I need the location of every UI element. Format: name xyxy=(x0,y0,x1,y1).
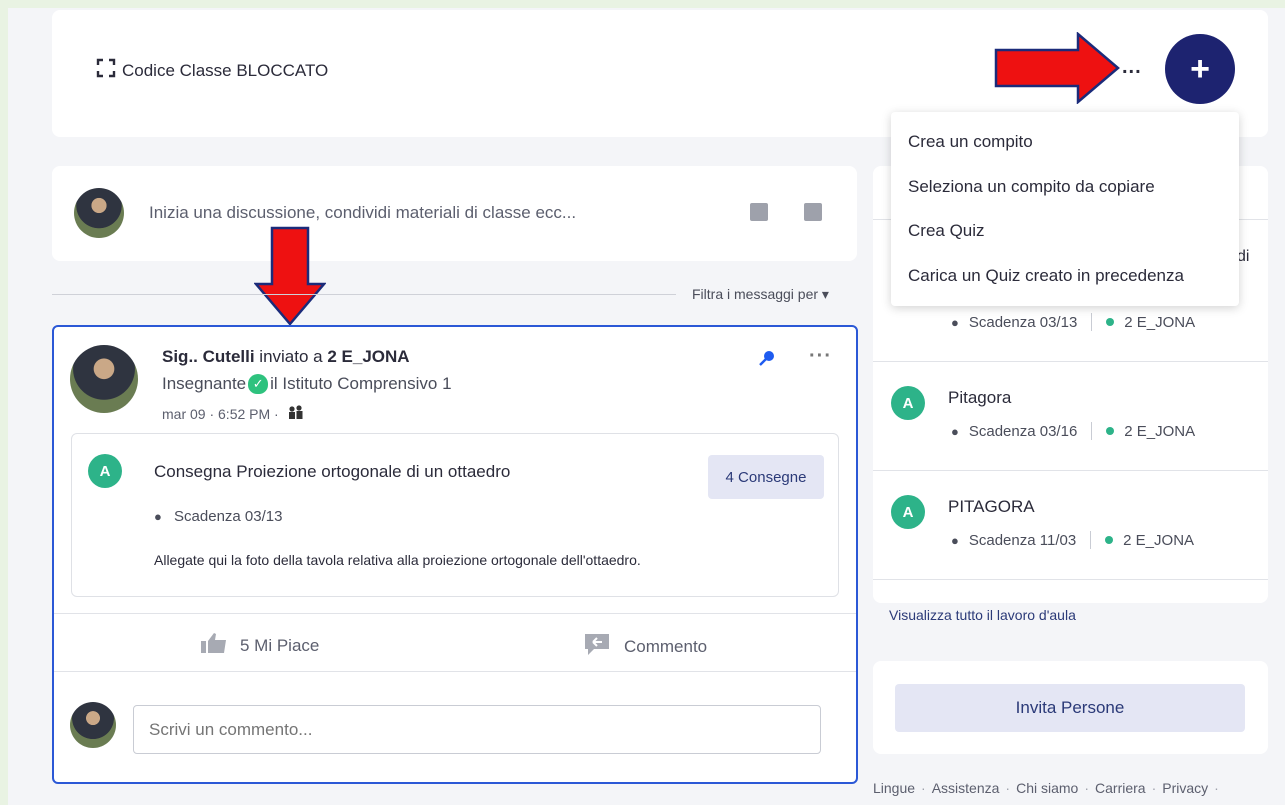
people-icon xyxy=(287,405,305,422)
more-options-button[interactable]: ... xyxy=(1122,56,1142,79)
verified-shield-icon: ✓ xyxy=(248,374,269,394)
footer-links: Lingue · Assistenza · Chi siamo · Carriera ·… xyxy=(873,780,1219,796)
filter-dropdown[interactable]: Filtra i messaggi per ▾ xyxy=(692,286,829,303)
divider xyxy=(1091,313,1093,331)
list-item[interactable]: A PITAGORA ● Scadenza 11/03 2 E_JONA xyxy=(873,471,1268,580)
role-label: Insegnante xyxy=(162,374,247,393)
comment-label: Commento xyxy=(624,636,708,656)
create-menu: Crea un compito Seleziona un compito da … xyxy=(891,112,1239,306)
post-author-line: Sig.. Cutelli inviato a 2 E_JONA xyxy=(162,347,410,367)
footer-link-languages[interactable]: Lingue xyxy=(873,780,915,796)
school-label: il Istituto Comprensivo 1 xyxy=(270,374,452,393)
like-label: 5 Mi Piace xyxy=(240,635,320,655)
menu-item-copy-assignment[interactable]: Seleziona un compito da copiare xyxy=(891,167,1239,212)
footer-link-support[interactable]: Assistenza xyxy=(932,780,1000,796)
comment-button[interactable]: Commento xyxy=(582,632,707,661)
assignment-description: Allegate qui la foto della tavola relati… xyxy=(154,552,641,568)
status-dot-icon xyxy=(1106,318,1115,326)
timestamp-text: mar 09 · 6:52 PM · xyxy=(162,406,279,422)
post-timestamp: mar 09 · 6:52 PM · xyxy=(162,405,305,422)
assignment-card[interactable]: A Consegna Proiezione ortogonale di un o… xyxy=(71,433,839,597)
assignment-icon: A xyxy=(891,386,925,420)
menu-item-create-quiz[interactable]: Crea Quiz xyxy=(891,211,1239,256)
status-dot-icon xyxy=(1105,536,1114,544)
assignment-due: ● Scadenza 03/13 xyxy=(154,508,282,525)
pin-icon[interactable] xyxy=(758,349,776,372)
post-composer[interactable]: Inizia una discussione, condividi materi… xyxy=(52,166,857,261)
class-code-label: Codice Classe BLOCCATO xyxy=(122,60,329,80)
group-text: 2 E_JONA xyxy=(1123,531,1195,549)
like-button[interactable]: 5 Mi Piace xyxy=(200,632,319,659)
work-meta: ● Scadenza 03/13 2 E_JONA xyxy=(951,313,1195,331)
due-text: Scadenza 03/16 xyxy=(968,422,1078,440)
separator: · xyxy=(1084,780,1090,796)
clock-icon: ● xyxy=(951,423,959,439)
scan-icon xyxy=(96,58,116,83)
divider xyxy=(52,294,676,295)
comment-input[interactable] xyxy=(133,705,821,754)
work-meta: ● Scadenza 11/03 2 E_JONA xyxy=(951,531,1194,549)
sent-to-label: inviato a xyxy=(259,347,323,366)
clock-icon: ● xyxy=(951,532,959,548)
separator: · xyxy=(1151,780,1157,796)
avatar xyxy=(74,188,124,238)
divider xyxy=(1091,422,1093,440)
work-title: PITAGORA xyxy=(948,497,1035,516)
footer-link-privacy[interactable]: Privacy xyxy=(1162,780,1208,796)
status-dot-icon xyxy=(1106,427,1115,435)
work-meta: ● Scadenza 03/16 2 E_JONA xyxy=(951,422,1195,440)
annotation-arrow-right-icon xyxy=(994,32,1120,104)
author-name[interactable]: Sig.. Cutelli xyxy=(162,347,255,366)
divider xyxy=(1090,531,1092,549)
menu-item-create-assignment[interactable]: Crea un compito xyxy=(891,122,1239,167)
post-more-button[interactable]: ··· xyxy=(809,345,832,368)
avatar xyxy=(70,345,138,413)
invite-panel: Invita Persone xyxy=(873,661,1268,754)
add-button[interactable]: + xyxy=(1165,34,1235,104)
annotation-arrow-down-icon xyxy=(254,226,326,326)
list-item[interactable]: A Pitagora ● Scadenza 03/16 2 E_JONA xyxy=(873,362,1268,471)
footer-link-about[interactable]: Chi siamo xyxy=(1016,780,1078,796)
comment-icon xyxy=(582,632,612,661)
due-text: Scadenza 11/03 xyxy=(968,531,1077,549)
due-text: Scadenza 03/13 xyxy=(968,313,1078,331)
assignment-title[interactable]: Consegna Proiezione ortogonale di un ott… xyxy=(154,462,510,482)
submissions-button[interactable]: 4 Consegne xyxy=(708,455,824,499)
view-all-work-link[interactable]: Visualizza tutto il lavoro d'aula xyxy=(889,607,1076,623)
thumbs-up-icon xyxy=(200,632,228,659)
assignment-icon: A xyxy=(88,454,122,488)
assignment-icon: A xyxy=(891,495,925,529)
invite-people-button[interactable]: Invita Persone xyxy=(895,684,1245,732)
avatar xyxy=(70,702,116,748)
work-title: Pitagora xyxy=(948,388,1012,407)
composer-placeholder[interactable]: Inizia una discussione, condividi materi… xyxy=(149,203,576,223)
separator: · xyxy=(1214,780,1219,796)
class-code[interactable]: Codice Classe BLOCCATO xyxy=(96,58,328,83)
bookmark-icon[interactable] xyxy=(804,203,822,221)
image-icon[interactable] xyxy=(750,203,768,221)
separator: · xyxy=(921,780,926,796)
divider xyxy=(54,613,856,614)
group-text: 2 E_JONA xyxy=(1124,313,1196,331)
clock-icon: ● xyxy=(154,509,162,524)
separator: · xyxy=(1005,780,1011,796)
author-role: Insegnante ✓ il Istituto Comprensivo 1 xyxy=(162,374,452,394)
divider xyxy=(54,671,856,672)
menu-item-load-quiz[interactable]: Carica un Quiz creato in precedenza xyxy=(891,256,1239,301)
post-card: Sig.. Cutelli inviato a 2 E_JONA Insegna… xyxy=(52,325,858,784)
group-name[interactable]: 2 E_JONA xyxy=(327,347,409,366)
clock-icon: ● xyxy=(951,314,959,330)
due-text: Scadenza 03/13 xyxy=(174,508,283,525)
footer-link-careers[interactable]: Carriera xyxy=(1095,780,1146,796)
group-text: 2 E_JONA xyxy=(1124,422,1196,440)
